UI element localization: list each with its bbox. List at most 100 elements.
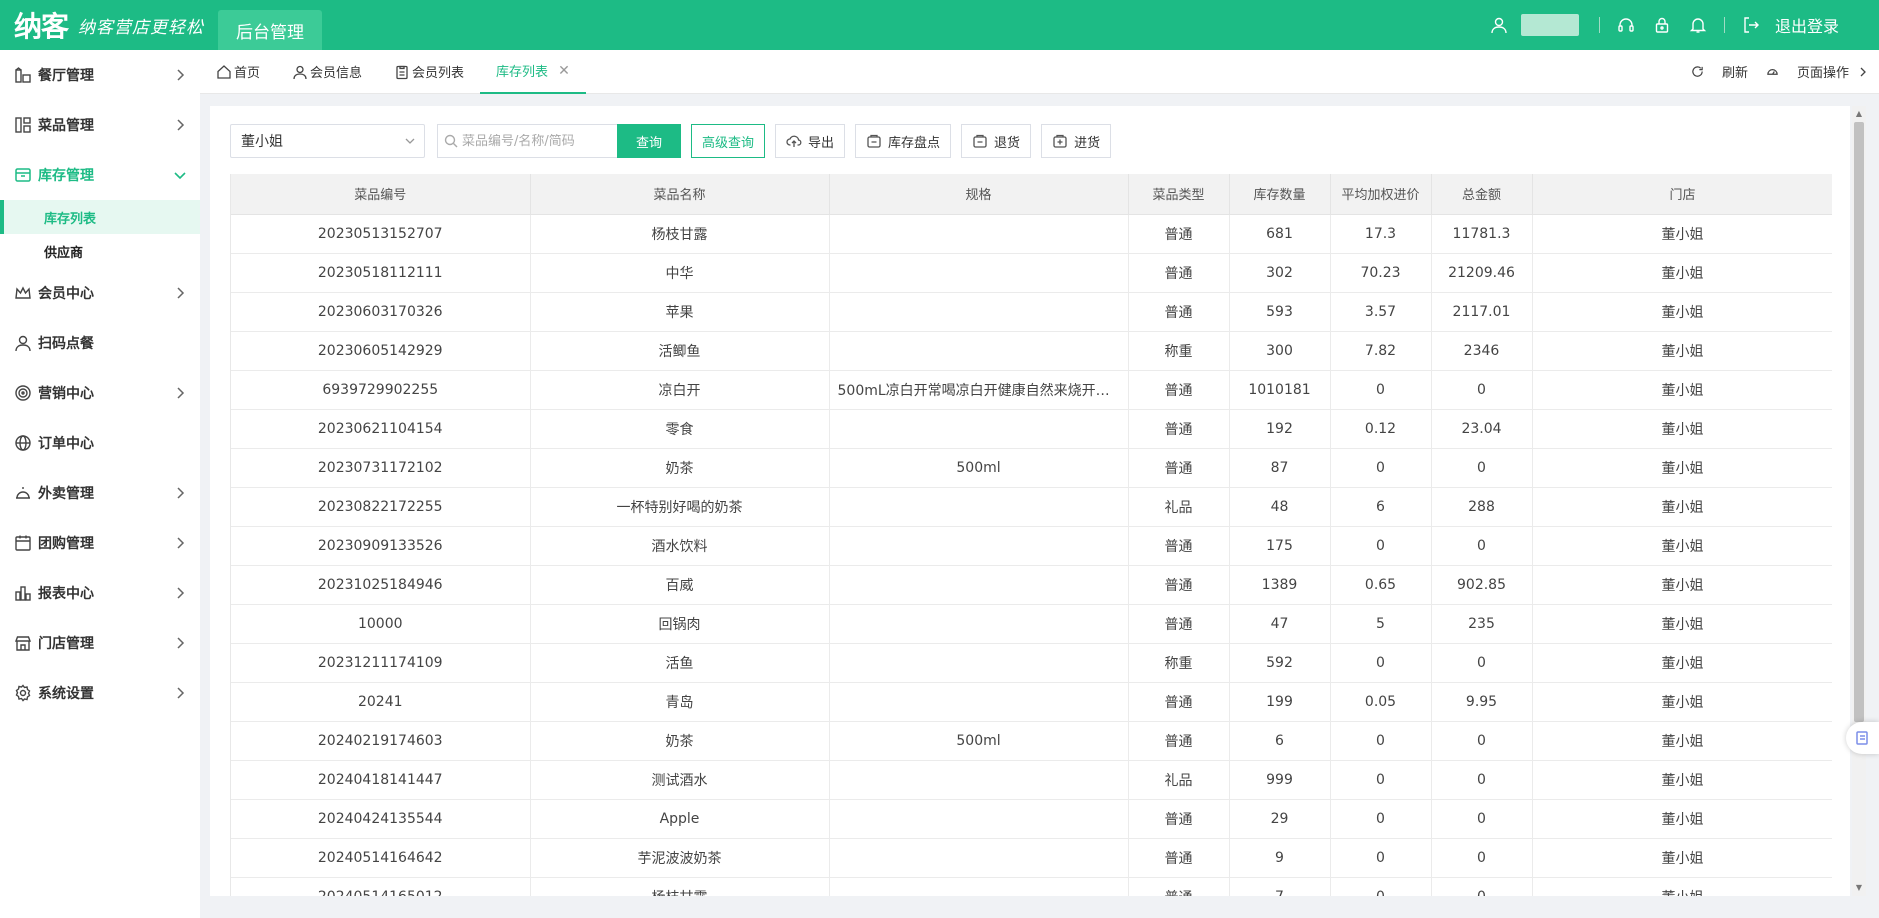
store-icon xyxy=(14,634,32,652)
table-cell: 苹果 xyxy=(530,292,830,332)
sidebar-item-marketing[interactable]: 营销中心 xyxy=(0,368,200,418)
table-row[interactable]: 20230603170326 苹果 普通 593 3.57 2117.01 董小姐 xyxy=(231,292,1832,332)
vertical-scrollbar[interactable]: ▲ ▼ xyxy=(1852,106,1866,896)
sidebar-item-orders[interactable]: 订单中心 xyxy=(0,418,200,468)
sidebar-item-restaurant[interactable]: 餐厅管理 xyxy=(0,50,200,100)
refresh-button[interactable]: 刷新 xyxy=(1691,62,1748,81)
scroll-up-arrow[interactable]: ▲ xyxy=(1854,109,1864,119)
table-row[interactable]: 20230518112111 中华 普通 302 70.23 21209.46 董小姐 xyxy=(231,253,1832,293)
purchase-button[interactable]: 进货 xyxy=(1041,124,1112,158)
sidebar-subitem-inventory-list[interactable]: 库存列表 xyxy=(0,200,200,234)
sidebar-item-dishes[interactable]: 菜品管理 xyxy=(0,100,200,150)
sidebar-item-stores[interactable]: 门店管理 xyxy=(0,618,200,668)
table-row[interactable]: 20240424135544 Apple 普通 29 0 0 董小姐 xyxy=(231,799,1832,839)
floating-assistant-button[interactable] xyxy=(1846,722,1879,754)
store-select[interactable]: 董小姐 xyxy=(230,124,425,158)
chevron-right-icon xyxy=(1860,67,1866,76)
table-cell: 0 xyxy=(1330,838,1432,878)
sidebar-item-scan-order[interactable]: 扫码点餐 xyxy=(0,318,200,368)
table-cell: 0 xyxy=(1431,877,1533,896)
return-button[interactable]: 退货 xyxy=(961,124,1032,158)
table-row[interactable]: 20230909133526 酒水饮料 普通 175 0 0 董小姐 xyxy=(231,526,1832,566)
table-row[interactable]: 10000 回锅肉 普通 47 5 235 董小姐 xyxy=(231,604,1832,644)
sidebar-item-reports[interactable]: 报表中心 xyxy=(0,568,200,618)
refresh-icon xyxy=(1692,66,1703,77)
table-cell: 20240424135544 xyxy=(231,799,531,839)
dashboard-icon xyxy=(1767,69,1778,75)
export-button[interactable]: 导出 xyxy=(775,124,846,158)
lock-icon[interactable] xyxy=(1652,15,1672,35)
bell-serving-icon xyxy=(14,484,32,502)
clipboard-icon xyxy=(394,64,410,80)
table-cell xyxy=(829,643,1129,683)
stocktake-button[interactable]: 库存盘点 xyxy=(855,124,952,158)
column-header: 总金额 xyxy=(1431,174,1533,215)
column-header: 菜品编号 xyxy=(231,174,531,215)
table-row[interactable]: 20231025184946 百威 普通 1389 0.65 902.85 董小姐 xyxy=(231,565,1832,605)
table-cell: 普通 xyxy=(1128,799,1230,839)
table-row[interactable]: 20240418141447 测试酒水 礼品 999 0 0 董小姐 xyxy=(231,760,1832,800)
header-actions: 退出登录 xyxy=(1481,0,1879,50)
table-cell xyxy=(829,409,1129,449)
table-cell: 董小姐 xyxy=(1532,643,1832,683)
table-cell xyxy=(829,253,1129,293)
table-cell: 称重 xyxy=(1128,331,1230,371)
table-cell: 董小姐 xyxy=(1532,760,1832,800)
table-row[interactable]: 20230605142929 活鲫鱼 称重 300 7.82 2346 董小姐 xyxy=(231,331,1832,371)
table-cell: 0.05 xyxy=(1330,682,1432,722)
tab-label: 首页 xyxy=(234,66,261,81)
table-cell xyxy=(829,604,1129,644)
table-row[interactable]: 6939729902255凉白开500mL凉白开常喝凉白开健康自然来烧开晾凉的白… xyxy=(231,370,1832,410)
table-row[interactable]: 20231211174109 活鱼 称重 592 0 0 董小姐 xyxy=(231,643,1832,683)
sidebar-item-members[interactable]: 会员中心 xyxy=(0,268,200,318)
table-row[interactable]: 20230731172102 奶茶 500ml 普通 87 0 0 董小姐 xyxy=(231,448,1832,488)
table-cell: 活鲫鱼 xyxy=(530,331,830,371)
column-header: 规格 xyxy=(829,174,1129,215)
sidebar-item-settings[interactable]: 系统设置 xyxy=(0,668,200,718)
scrollbar-thumb[interactable] xyxy=(1854,122,1864,722)
logout-button[interactable]: 退出登录 xyxy=(1775,13,1839,37)
tab-member-info[interactable]: 会员信息 xyxy=(276,50,378,94)
headset-icon[interactable] xyxy=(1616,15,1636,35)
sidebar-item-group-buy[interactable]: 团购管理 xyxy=(0,518,200,568)
table-cell: 2117.01 xyxy=(1431,292,1533,332)
table-row[interactable]: 20240219174603 奶茶 500ml 普通 6 0 0 董小姐 xyxy=(231,721,1832,761)
chevron-down-icon xyxy=(174,172,186,180)
table-cell: 0 xyxy=(1431,760,1533,800)
tab-member-list[interactable]: 会员列表 xyxy=(378,50,480,94)
sidebar-item-inventory[interactable]: 库存管理 xyxy=(0,150,200,200)
tab-home[interactable]: 首页 xyxy=(200,50,276,94)
table-row[interactable]: 20230513152707 杨枝甘露 普通 681 17.3 11781.3 董小姐 xyxy=(231,214,1832,254)
table-cell: 6939729902255 xyxy=(231,370,531,410)
sidebar-item-takeout[interactable]: 外卖管理 xyxy=(0,468,200,518)
close-icon[interactable]: ✕ xyxy=(558,63,570,79)
table-row[interactable]: 20241 青岛 普通 199 0.05 9.95 董小姐 xyxy=(231,682,1832,722)
globe-icon xyxy=(14,434,32,452)
table-cell: Apple xyxy=(530,799,830,839)
scroll-down-arrow[interactable]: ▼ xyxy=(1854,883,1864,893)
inventory-table: 菜品编号 菜品名称 规格 菜品类型 库存数量 平均加权进价 总金额 门店 2023051315… xyxy=(231,174,1832,896)
table-row[interactable]: 20230621104154 零食 普通 192 0.12 23.04 董小姐 xyxy=(231,409,1832,449)
advanced-query-button[interactable]: 高级查询 xyxy=(691,124,766,158)
table-cell: 董小姐 xyxy=(1532,682,1832,722)
backend-tab[interactable]: 后台管理 xyxy=(218,10,323,50)
table-cell: 1389 xyxy=(1229,565,1331,605)
tab-inventory-list[interactable]: 库存列表 ✕ xyxy=(480,50,586,94)
search-input[interactable] xyxy=(462,133,612,149)
sidebar-subitem-suppliers[interactable]: 供应商 xyxy=(0,234,200,268)
page-ops-button[interactable]: 页面操作 xyxy=(1766,62,1869,81)
table-cell: 杨枝甘露 xyxy=(530,877,830,896)
query-button[interactable]: 查询 xyxy=(617,124,681,158)
user-icon[interactable] xyxy=(1489,15,1509,35)
logout-icon[interactable] xyxy=(1741,15,1761,35)
table-cell: 175 xyxy=(1229,526,1331,566)
table-row[interactable]: 20230822172255 一杯特别好喝的奶茶 礼品 48 6 288 董小姐 xyxy=(231,487,1832,527)
bell-icon[interactable] xyxy=(1688,15,1708,35)
table-row[interactable]: 20240514165012杨枝甘露普通700董小姐 xyxy=(231,877,1832,896)
table-cell: 称重 xyxy=(1128,643,1230,683)
table-cell: 杨枝甘露 xyxy=(530,214,830,254)
table-row[interactable]: 20240514164642 芋泥波波奶茶 普通 9 0 0 董小姐 xyxy=(231,838,1832,878)
divider xyxy=(1598,17,1600,33)
table-cell: 凉白开 xyxy=(530,370,830,410)
chevron-right-icon xyxy=(177,537,185,549)
